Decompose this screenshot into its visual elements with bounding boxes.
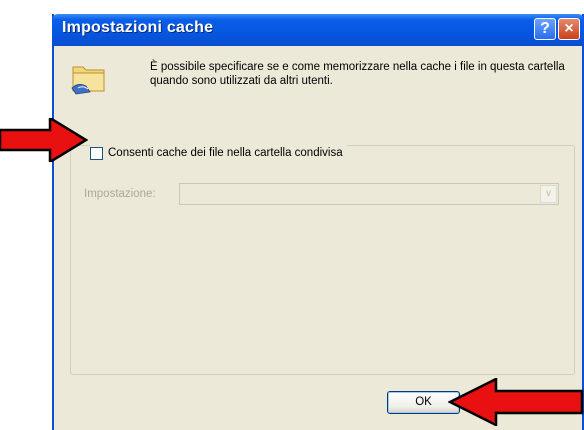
chevron-down-icon[interactable]: ∨ (540, 185, 557, 203)
close-button[interactable]: × (558, 18, 580, 40)
dialog-title: Impostazioni cache (62, 19, 214, 36)
cache-groupbox (70, 145, 575, 375)
allow-cache-label[interactable]: Consenti cache dei file nella cartella c… (108, 147, 343, 159)
setting-label: Impostazione: (84, 188, 156, 200)
red-arrow-right-icon (0, 118, 88, 162)
title-bar[interactable]: Impostazioni cache ? × (52, 14, 584, 46)
description-text: È possibile specificare se e come memori… (150, 61, 565, 87)
cache-settings-dialog: Impostazioni cache ? × È possibile speci… (52, 14, 584, 430)
allow-cache-checkbox[interactable] (90, 146, 103, 160)
help-button[interactable]: ? (534, 18, 556, 40)
red-arrow-left-icon (448, 378, 584, 426)
setting-dropdown[interactable]: ∨ (179, 183, 559, 205)
folder-shared-icon (71, 66, 105, 95)
allow-cache-option[interactable]: Consenti cache dei file nella cartella c… (90, 145, 347, 161)
